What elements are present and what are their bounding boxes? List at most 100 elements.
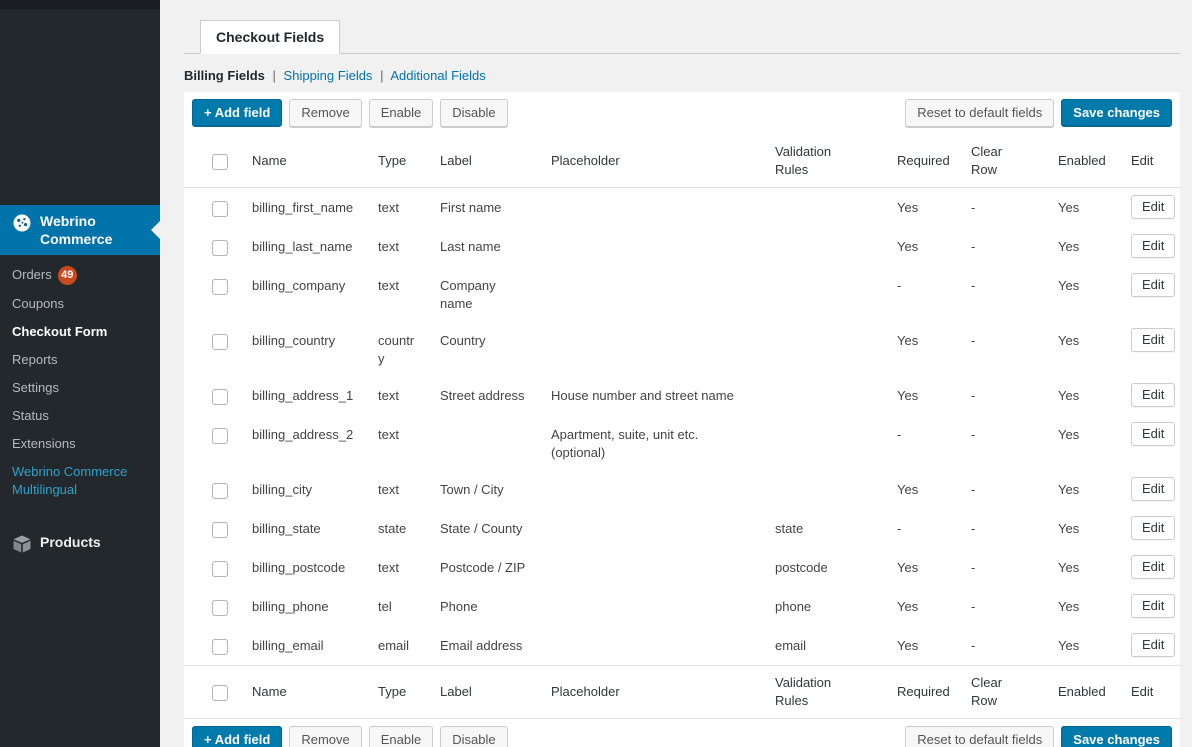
field-type: text [366, 227, 428, 266]
field-clear-row: - [959, 227, 1046, 266]
disable-button[interactable]: Disable [440, 726, 507, 747]
sidebar-item-status[interactable]: Status [0, 402, 160, 430]
row-checkbox[interactable] [212, 201, 228, 217]
sidebar-item-label: Products [40, 533, 101, 551]
sidebar-item-reports[interactable]: Reports [0, 346, 160, 374]
field-enabled: Yes [1046, 321, 1119, 376]
field-placeholder: Apartment, suite, unit etc. (optional) [539, 415, 763, 470]
field-name: billing_country [240, 321, 366, 376]
field-validation-rules [763, 376, 885, 415]
row-checkbox[interactable] [212, 522, 228, 538]
field-required: Yes [885, 548, 959, 587]
footer-column-header-required: Required [885, 666, 959, 719]
fields-subnav: Billing Fields | Shipping Fields | Addit… [184, 67, 1180, 85]
page: Webrino Commerce Orders49CouponsCheckout… [0, 0, 1192, 747]
field-placeholder [539, 188, 763, 228]
row-checkbox[interactable] [212, 240, 228, 256]
sidebar-submenu-row: Webrino Commerce Multilingual [0, 458, 160, 504]
save-changes-button[interactable]: Save changes [1061, 726, 1172, 747]
field-label: Street address [428, 376, 539, 415]
fields-tbody: billing_first_nametextFirst nameYes-YesE… [184, 188, 1180, 666]
field-name: billing_email [240, 626, 366, 666]
field-clear-row: - [959, 548, 1046, 587]
header-row: NameTypeLabelPlaceholderValidation Rules… [184, 135, 1180, 188]
row-checkbox[interactable] [212, 600, 228, 616]
edit-button[interactable]: Edit [1131, 195, 1175, 219]
select-all-checkbox[interactable] [212, 154, 228, 170]
row-checkbox[interactable] [212, 389, 228, 405]
add-field-button[interactable]: + Add field [192, 99, 282, 127]
field-validation-rules [763, 321, 885, 376]
field-validation-rules: email [763, 626, 885, 666]
reset-to-default-button[interactable]: Reset to default fields [905, 99, 1054, 127]
row-checkbox[interactable] [212, 428, 228, 444]
table-row: billing_statestateState / Countystate--Y… [184, 509, 1180, 548]
edit-cell: Edit [1119, 415, 1180, 470]
toolbar-top-right: Reset to default fields Save changes [905, 99, 1172, 127]
row-checkbox[interactable] [212, 279, 228, 295]
sidebar-item-webrino-commerce-multilingual[interactable]: Webrino Commerce Multilingual [0, 458, 160, 504]
subnav-item-billing-fields[interactable]: Billing Fields [184, 68, 265, 83]
footer-select-all-checkbox[interactable] [212, 685, 228, 701]
sidebar-item-extensions[interactable]: Extensions [0, 430, 160, 458]
sidebar-item-webrino-commerce[interactable]: Webrino Commerce [0, 205, 160, 255]
remove-button[interactable]: Remove [289, 99, 361, 127]
edit-button[interactable]: Edit [1131, 422, 1175, 446]
enable-button[interactable]: Enable [369, 726, 433, 747]
row-checkbox-cell [184, 587, 240, 626]
tab-checkout-fields[interactable]: Checkout Fields [200, 20, 340, 54]
toolbar-bottom: + Add field Remove Enable Disable Reset … [184, 719, 1180, 747]
checkout-fields-table: NameTypeLabelPlaceholderValidation Rules… [184, 135, 1180, 719]
field-clear-row: - [959, 321, 1046, 376]
field-placeholder [539, 509, 763, 548]
field-enabled: Yes [1046, 415, 1119, 470]
row-checkbox[interactable] [212, 334, 228, 350]
row-checkbox[interactable] [212, 561, 228, 577]
save-changes-button[interactable]: Save changes [1061, 99, 1172, 127]
add-field-button[interactable]: + Add field [192, 726, 282, 747]
field-name: billing_phone [240, 587, 366, 626]
edit-button[interactable]: Edit [1131, 234, 1175, 258]
column-header-edit: Edit [1119, 135, 1180, 188]
field-type: text [366, 470, 428, 509]
table-row: billing_first_nametextFirst nameYes-YesE… [184, 188, 1180, 228]
column-header-clear-row: Clear Row [959, 135, 1046, 188]
field-name: billing_address_2 [240, 415, 366, 470]
column-header-validation-rules: Validation Rules [763, 135, 885, 188]
table-row: billing_phonetelPhonephoneYes-YesEdit [184, 587, 1180, 626]
edit-cell: Edit [1119, 266, 1180, 321]
edit-cell: Edit [1119, 587, 1180, 626]
reset-to-default-button[interactable]: Reset to default fields [905, 726, 1054, 747]
subnav-item-shipping-fields[interactable]: Shipping Fields [284, 68, 373, 83]
table-row: billing_citytextTown / CityYes-YesEdit [184, 470, 1180, 509]
disable-button[interactable]: Disable [440, 99, 507, 127]
field-label: Company name [428, 266, 539, 321]
edit-button[interactable]: Edit [1131, 328, 1175, 352]
field-required: - [885, 415, 959, 470]
remove-button[interactable]: Remove [289, 726, 361, 747]
row-checkbox[interactable] [212, 483, 228, 499]
sidebar-spacer [0, 9, 160, 205]
subnav-separator: | [380, 68, 383, 83]
column-header-type: Type [366, 135, 428, 188]
sidebar-item-coupons[interactable]: Coupons [0, 290, 160, 318]
edit-button[interactable]: Edit [1131, 633, 1175, 657]
edit-button[interactable]: Edit [1131, 594, 1175, 618]
subnav-item-additional-fields[interactable]: Additional Fields [390, 68, 485, 83]
field-required: Yes [885, 188, 959, 228]
sidebar-item-settings[interactable]: Settings [0, 374, 160, 402]
edit-button[interactable]: Edit [1131, 516, 1175, 540]
edit-button[interactable]: Edit [1131, 273, 1175, 297]
edit-button[interactable]: Edit [1131, 383, 1175, 407]
sidebar-item-orders[interactable]: Orders49 [0, 261, 160, 290]
edit-button[interactable]: Edit [1131, 477, 1175, 501]
enable-button[interactable]: Enable [369, 99, 433, 127]
sidebar-item-checkout-form[interactable]: Checkout Form [0, 318, 160, 346]
edit-button[interactable]: Edit [1131, 555, 1175, 579]
column-header-label: Label [428, 135, 539, 188]
row-checkbox[interactable] [212, 639, 228, 655]
tabs-row: Checkout Fields [184, 20, 1180, 54]
sidebar-item-products[interactable]: Products [0, 526, 160, 561]
field-label: Email address [428, 626, 539, 666]
column-header-enabled: Enabled [1046, 135, 1119, 188]
